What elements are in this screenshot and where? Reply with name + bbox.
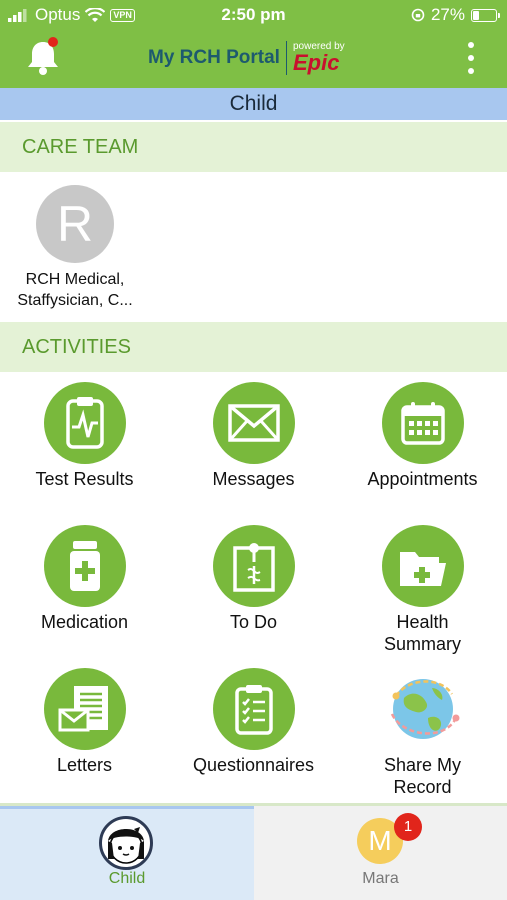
medical-folder-icon [381,525,464,607]
clipboard-heartbeat-icon [43,382,126,464]
medicine-bottle-icon [43,525,126,607]
activity-label: To Do [229,612,278,632]
member-name-line2: Staffysician, C... [17,292,133,309]
activity-label: Appointments [367,469,478,489]
activity-health-summary[interactable]: Health Summary [338,525,507,655]
letters-icon [43,668,126,750]
label-line1: Share My [383,755,462,775]
calendar-icon [381,382,464,464]
activity-questionnaires[interactable]: Questionnaires [169,668,338,776]
portal-logo: My RCH Portal powered by Epic [148,38,345,78]
activity-label: Test Results [35,469,134,489]
care-team-avatar: R [36,185,114,263]
notifications-bell-icon[interactable] [22,36,64,78]
notification-badge: 1 [394,813,422,841]
pinned-note-icon [212,525,295,607]
child-avatar [99,816,153,870]
activity-share-my-record[interactable]: Share My Record [338,668,507,798]
patient-tab-bar: Child M 1 Mara [0,803,507,900]
tab-label: Mara [362,870,399,887]
care-team-member-name: RCH Medical, Staffysician, C... [10,269,140,311]
battery-icon [471,8,500,22]
member-name-line1: RCH Medical, [25,271,125,288]
label-line2: Record [393,777,452,797]
care-team-member[interactable]: R RCH Medical, Staffysician, C... [10,185,140,311]
label-line2: Summary [383,634,461,654]
globe-share-icon [382,668,464,750]
powered-by-logo: powered by Epic [293,42,345,74]
envelope-icon [212,382,295,464]
activity-label: Medication [40,612,129,632]
logo-divider [285,41,287,75]
activities-heading: ACTIVITIES [0,322,507,372]
activity-label: Health Summary [338,611,507,655]
rotation-lock-icon [411,8,425,22]
tab-child[interactable]: Child [0,806,254,900]
more-menu-icon[interactable] [467,42,475,74]
tab-mara[interactable]: M 1 Mara [254,806,507,900]
activity-label: Letters [56,755,113,775]
status-right: 27% [411,5,500,25]
activity-label: Messages [212,469,295,489]
activity-letters[interactable]: Letters [0,668,169,776]
context-title: Child [0,88,507,120]
battery-percent: 27% [430,5,465,24]
status-bar: Optus VPN 2:50 pm 27% [0,0,507,30]
epic-brand: Epic [292,50,340,75]
activity-label: Share My Record [338,754,507,798]
label-line1: Health [396,612,449,632]
activity-appointments[interactable]: Appointments [338,382,507,490]
activity-medication[interactable]: Medication [0,525,169,633]
activity-label: Questionnaires [192,755,315,775]
activity-to-do[interactable]: To Do [169,525,338,633]
app-header: Optus VPN 2:50 pm 27% My RCH Portal powe… [0,0,507,88]
checklist-clipboard-icon [212,668,295,750]
portal-name: My RCH Portal [148,47,280,68]
care-team-heading: CARE TEAM [0,122,507,172]
activity-messages[interactable]: Messages [169,382,338,490]
activity-test-results[interactable]: Test Results [0,382,169,490]
tab-label: Child [108,870,146,887]
